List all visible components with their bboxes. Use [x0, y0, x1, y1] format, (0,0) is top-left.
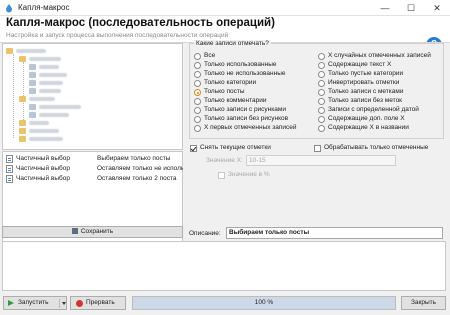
- tree-line: [13, 54, 14, 138]
- page-title: Капля-макрос (последовательность операци…: [6, 17, 275, 29]
- header: Капля-макрос (последовательность операци…: [0, 16, 450, 53]
- value-x-label: Значение X:: [206, 157, 243, 164]
- title-bar: Капля-макрос — ☐ ✕: [0, 0, 450, 16]
- tree-line: [23, 62, 24, 122]
- run-button[interactable]: Запустить: [3, 296, 67, 310]
- stop-button[interactable]: Прервать: [70, 296, 126, 310]
- progress-text: 100 %: [254, 299, 274, 306]
- close-button[interactable]: Закрыть: [401, 296, 446, 310]
- operation-type: Частичный выбор: [16, 155, 70, 162]
- app-icon: [6, 4, 12, 13]
- split-separator: [59, 299, 60, 308]
- maximize-button[interactable]: ☐: [398, 0, 424, 16]
- chevron-down-icon[interactable]: [62, 302, 66, 305]
- stop-button-label: Прервать: [86, 299, 115, 306]
- operation-description: Выбираем только посты: [97, 155, 171, 162]
- operation-icon: [6, 165, 13, 173]
- close-window-button[interactable]: ✕: [424, 0, 450, 16]
- operation-description: Оставляем только 2 поста: [97, 175, 177, 182]
- operation-type: Частичный выбор: [16, 165, 70, 172]
- list-item[interactable]: Частичный выбор Оставляем только не испо…: [5, 164, 183, 174]
- page-subtitle: Настройка и запуск процесса выполнения п…: [6, 32, 229, 39]
- stop-icon: [76, 300, 83, 307]
- list-item[interactable]: Частичный выбор Выбираем только посты: [5, 154, 181, 164]
- window-title: Капля-макрос: [18, 3, 70, 12]
- operation-description: Оставляем только не использ: [97, 165, 183, 172]
- operation-type: Частичный выбор: [16, 175, 70, 182]
- description-input[interactable]: Выбираем только посты: [226, 227, 443, 239]
- client-area: Частичный выбор Выбираем только посты Ча…: [0, 40, 450, 315]
- list-item[interactable]: Частичный выбор Оставляем только 2 поста: [5, 174, 181, 184]
- operation-icon: [6, 155, 13, 163]
- value-x-input[interactable]: 10-15: [246, 155, 396, 166]
- play-icon: [8, 300, 14, 306]
- records-group-legend: Какие записи отмечать?: [194, 40, 271, 47]
- log-area[interactable]: [2, 241, 446, 291]
- progress-bar: 100 %: [132, 296, 396, 310]
- run-button-label: Запустить: [18, 299, 49, 306]
- floppy-icon: [71, 228, 78, 234]
- site-tree[interactable]: [2, 43, 183, 150]
- minimize-button[interactable]: —: [372, 0, 398, 16]
- operation-icon: [6, 175, 13, 183]
- save-button[interactable]: Сохранить: [2, 226, 183, 238]
- save-button-label: Сохранить: [80, 228, 114, 235]
- description-label: Описание:: [189, 230, 221, 237]
